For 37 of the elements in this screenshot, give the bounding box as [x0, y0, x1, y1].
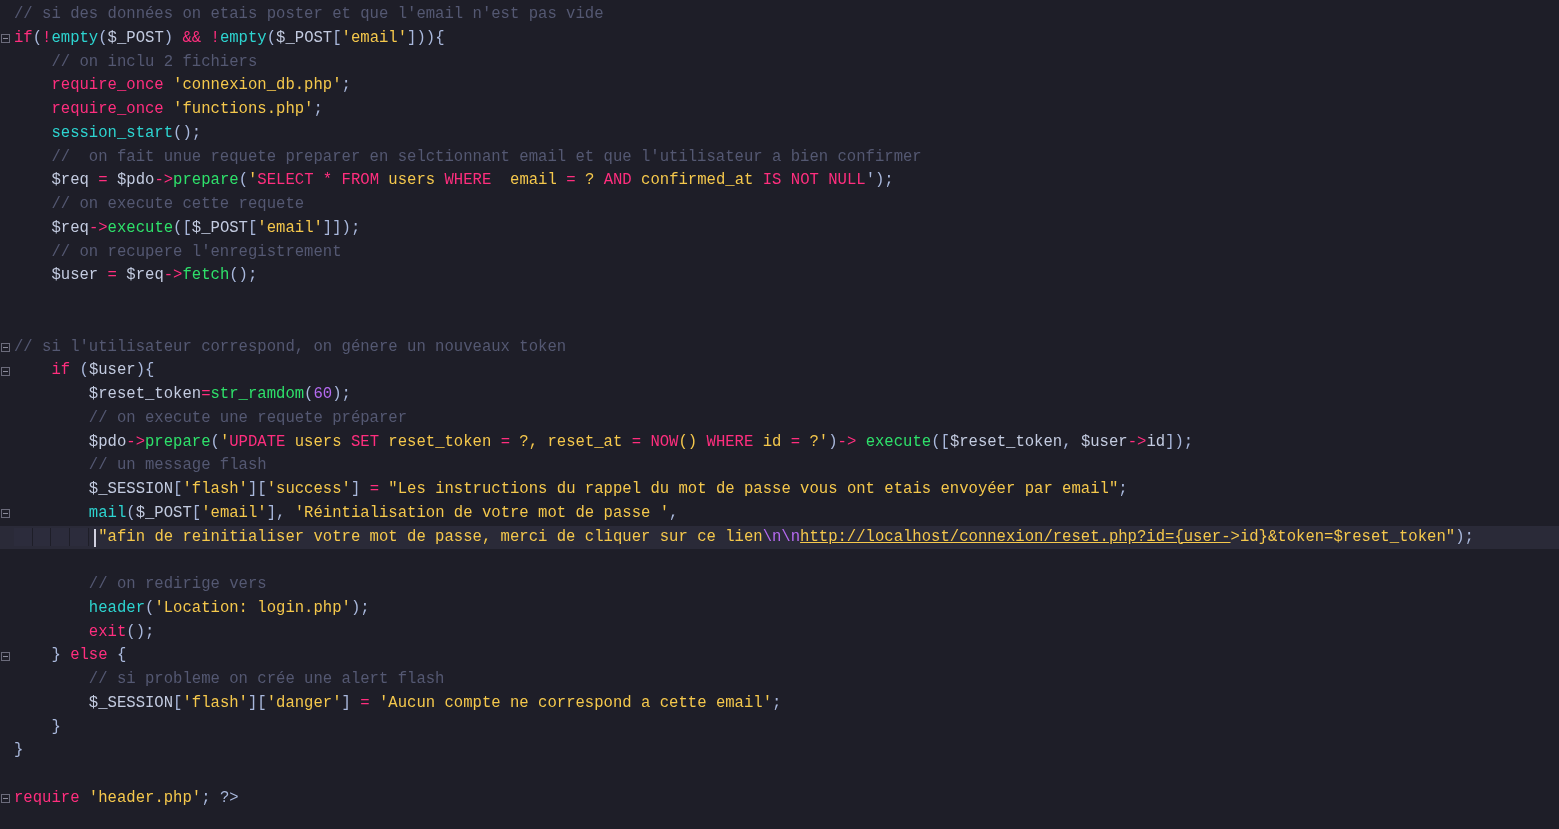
fold-icon[interactable] — [1, 342, 10, 352]
code-line: // si probleme on crée une alert flash — [87, 669, 445, 690]
code-line: // un message flash — [87, 455, 267, 477]
fold-icon[interactable] — [1, 34, 10, 44]
code-line: // on inclu 2 fichiers — [50, 51, 258, 73]
code-line: // on execute cette requete — [50, 194, 305, 215]
fold-icon[interactable] — [1, 794, 10, 804]
code-line: $pdo->prepare('UPDATE users SET reset_token = ?, reset_at = NOW() WHERE id = ?')-> execute([$reset_token, $user->id]); — [87, 431, 1194, 453]
fold-icon[interactable] — [1, 651, 10, 661]
code-line: $req = $pdo->prepare('SELECT * FROM users WHERE email = ? AND confirmed_at IS NOT NULL'); — [50, 170, 894, 192]
code-line: } — [14, 740, 24, 762]
code-line: // si l'utilisateur correspond, on génere un nouveaux token — [14, 336, 567, 358]
fold-icon[interactable] — [1, 366, 10, 376]
code-line: require_once 'functions.php'; — [50, 99, 323, 120]
code-line: header('Location: login.php'); — [87, 597, 370, 619]
code-line: $user = $req->fetch(); — [50, 265, 258, 287]
code-line: require 'header.php'; ?> — [14, 787, 239, 809]
code-line: } — [50, 716, 61, 738]
code-line: $req->execute([$_POST['email']]); — [50, 217, 361, 239]
code-line: "afin de reinitialiser votre mot de passe, merci de cliquer sur ce lien\n\nhttp://localhost/connexion/reset.php?id={user->id}&token=$reset_token"); — [14, 525, 1474, 550]
code-line: exit(); — [87, 621, 155, 643]
code-line: $reset_token=str_ramdom(60); — [87, 384, 351, 405]
code-line: $_SESSION['flash']['success'] = "Les instructions du rappel du mot de passe vous ont etais envoyéer par email"; — [87, 479, 1128, 500]
code-line: // si des données on etais poster et que l'email n'est pas vide — [14, 4, 604, 25]
code-line: require_once 'connexion_db.php'; — [50, 75, 351, 97]
code-line: if(!empty($_POST) && !empty($_POST['email'])){ — [14, 27, 445, 49]
code-line: session_start(); — [50, 122, 202, 144]
code-line: // on recupere l'enregistrement — [50, 241, 342, 263]
code-line: $_SESSION['flash']['danger'] = 'Aucun compte ne correspond a cette email'; — [87, 692, 782, 714]
code-line: } else { — [50, 645, 127, 667]
fold-icon[interactable] — [1, 509, 10, 519]
code-line: // on fait unue requete preparer en selctionnant email et que l'utilisateur a bien confirmer — [50, 146, 922, 168]
code-line: if ($user){ — [50, 360, 155, 382]
code-line: // on execute une requete préparer — [87, 407, 408, 429]
code-line: mail($_POST['email'], 'Réintialisation de votre mot de passe ', — [87, 502, 679, 524]
text-cursor — [93, 528, 96, 547]
code-line: // on redirige vers — [87, 574, 267, 595]
